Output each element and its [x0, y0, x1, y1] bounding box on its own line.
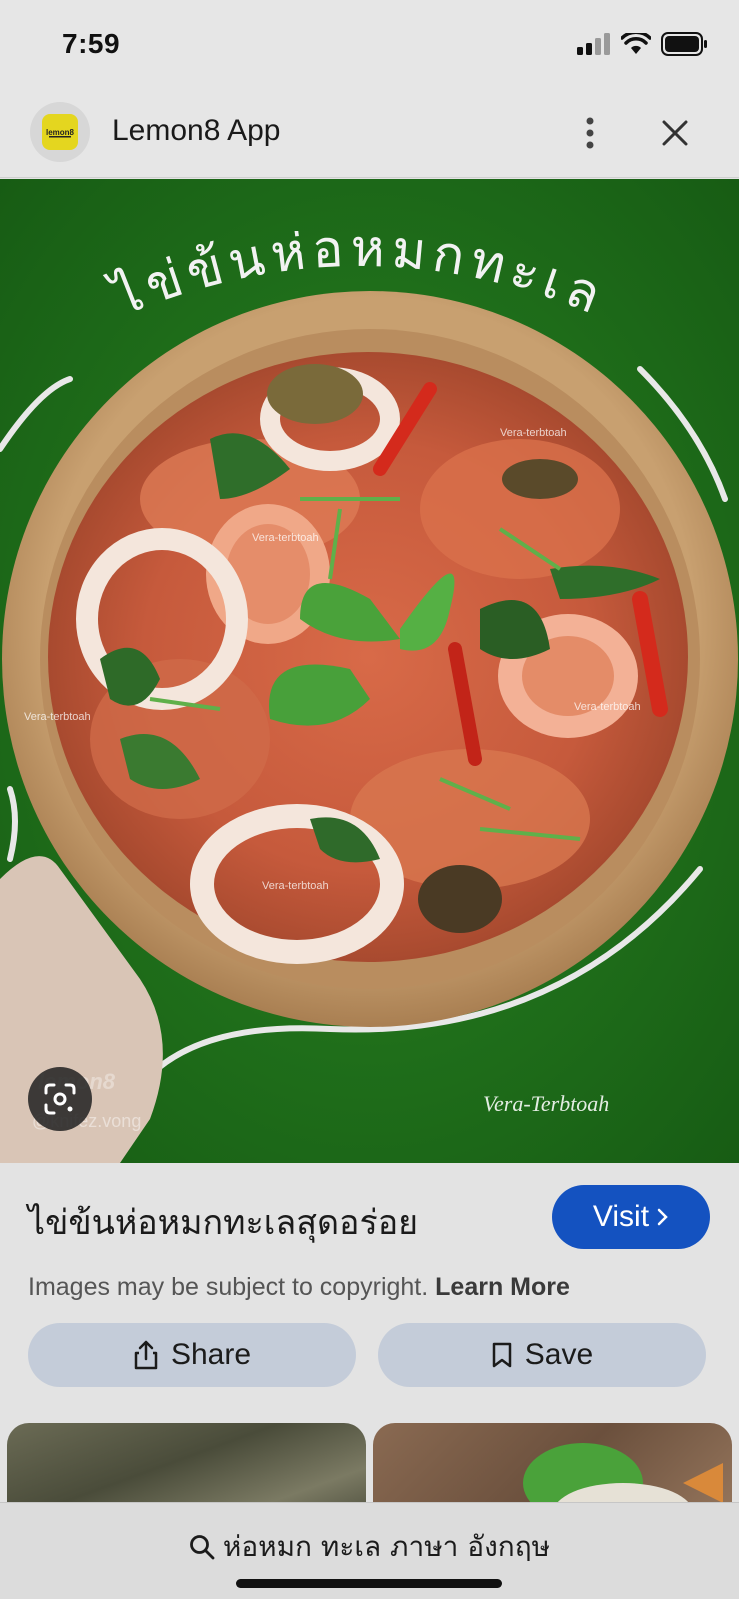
- search-icon: [189, 1535, 215, 1560]
- visit-button[interactable]: Visit: [552, 1185, 710, 1249]
- copyright-text: Images may be subject to copyright.: [28, 1273, 429, 1301]
- home-indicator[interactable]: [236, 1579, 502, 1588]
- svg-text:lemon8: lemon8: [46, 128, 75, 137]
- close-icon: [662, 120, 688, 146]
- save-button[interactable]: Save: [378, 1323, 706, 1387]
- visit-label: Visit: [592, 1200, 650, 1233]
- close-button[interactable]: [655, 110, 695, 156]
- overlay-title: ไข่ข้นห่อหมกทะเล: [102, 231, 615, 330]
- wifi-icon: [621, 33, 651, 54]
- search-query-text: ห่อหมก ทะเล ภาษา อังกฤษ: [222, 1530, 551, 1563]
- more-options-button[interactable]: [572, 110, 608, 156]
- chevron-right-icon: [657, 1208, 668, 1226]
- lens-icon: [44, 1083, 76, 1115]
- app-logo: lemon8: [30, 102, 90, 162]
- svg-text:Vera-terbtoah: Vera-terbtoah: [500, 427, 567, 439]
- bookmark-icon: [492, 1342, 512, 1368]
- status-bar: 7:59: [0, 0, 739, 90]
- status-time: 7:59: [62, 28, 121, 59]
- signal-icon: [577, 33, 610, 55]
- status-icons: [577, 32, 709, 56]
- svg-text:ไข่ข้นห่อหมกทะเล: ไข่ข้นห่อหมกทะเล: [102, 231, 615, 330]
- lens-search-button[interactable]: [28, 1067, 92, 1131]
- hero-image[interactable]: Vera-terbtoah Vera-terbtoah Vera-terbtoa…: [0, 179, 739, 1163]
- svg-text:Vera-terbtoah: Vera-terbtoah: [574, 701, 641, 713]
- lemon8-logo-icon: lemon8: [42, 114, 78, 150]
- learn-more-link[interactable]: Learn More: [435, 1273, 570, 1301]
- svg-text:Vera-terbtoah: Vera-terbtoah: [24, 711, 91, 723]
- bottom-search-bar[interactable]: ห่อหมก ทะเล ภาษา อังกฤษ: [0, 1502, 739, 1599]
- svg-text:Vera-terbtoah: Vera-terbtoah: [262, 880, 329, 892]
- share-button[interactable]: Share: [28, 1323, 356, 1387]
- copyright-notice: Images may be subject to copyright. Lear…: [28, 1273, 570, 1302]
- share-label: Share: [170, 1338, 252, 1371]
- photo-watermark: Vera-Terbtoah: [483, 1091, 610, 1116]
- search-query[interactable]: ห่อหมก ทะเล ภาษา อังกฤษ: [0, 1525, 739, 1569]
- result-title[interactable]: ไข่ข้นห่อหมกทะเลสุดอร่อย: [28, 1195, 418, 1249]
- battery-icon: [661, 32, 707, 56]
- save-label: Save: [524, 1338, 594, 1371]
- svg-text:Vera-terbtoah: Vera-terbtoah: [252, 532, 319, 544]
- app-title: Lemon8 App: [112, 114, 281, 147]
- share-icon: [134, 1340, 158, 1370]
- app-header: lemon8 Lemon8 App: [0, 90, 739, 178]
- more-vertical-icon: [586, 117, 594, 149]
